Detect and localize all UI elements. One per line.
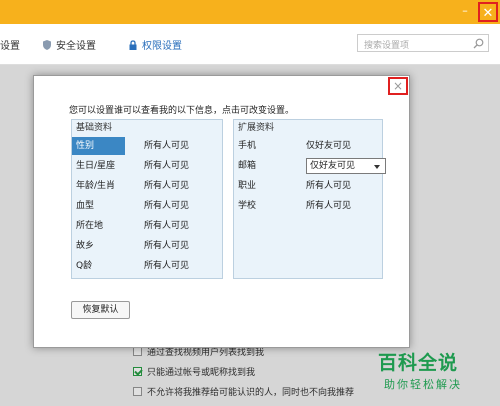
nav-item-label: 权限设置 [142, 41, 182, 52]
extended-info-panel: 扩展资料 手机 仅好友可见 邮箱 仅好友可见 职业 所有人可见 学校 所有人可见 [233, 119, 386, 279]
table-row[interactable]: 手机 仅好友可见 [234, 136, 382, 156]
visibility-value[interactable]: 所有人可见 [144, 136, 189, 156]
field-label: 故乡 [76, 241, 95, 251]
table-row[interactable]: 性别 所有人可见 [72, 136, 222, 156]
search-input[interactable]: 搜索设置项 [357, 34, 489, 52]
dropdown-value: 仅好友可见 [310, 161, 356, 171]
close-icon[interactable]: ✕ [478, 2, 498, 22]
settings-nav: 设置 安全设置 权限设置 搜索设置项 [0, 24, 500, 65]
dialog-intro: 您可以设置谁可以查看我的以下信息，点击可改变设置。 [69, 106, 295, 116]
panel-title: 扩展资料 [238, 123, 275, 133]
nav-item-permissions[interactable]: 权限设置 [128, 37, 182, 52]
visibility-value[interactable]: 所有人可见 [306, 176, 351, 196]
field-label: 学校 [238, 201, 257, 211]
table-row[interactable]: 学校 所有人可见 [234, 196, 382, 216]
watermark-logo: 百科全说 [378, 352, 459, 374]
visibility-value[interactable]: 所有人可见 [144, 216, 189, 236]
search-placeholder: 搜索设置项 [364, 41, 410, 51]
visibility-value[interactable]: 所有人可见 [306, 196, 351, 216]
field-label: 邮箱 [238, 161, 257, 171]
panel-title: 基础资料 [76, 123, 113, 133]
chevron-down-icon [374, 165, 380, 169]
field-label: 生日/星座 [76, 161, 116, 171]
table-row[interactable]: 年龄/生肖 所有人可见 [72, 176, 222, 196]
search-icon [473, 38, 484, 49]
table-row[interactable]: 邮箱 仅好友可见 [234, 156, 386, 176]
table-row[interactable]: 职业 所有人可见 [234, 176, 382, 196]
table-row[interactable]: 血型 所有人可见 [72, 196, 222, 216]
nav-item-label: 设置 [0, 41, 20, 52]
watermark-subtitle: 助你轻松解决 [384, 378, 462, 391]
restore-default-button[interactable]: 恢复默认 [71, 301, 130, 319]
title-bar: – ✕ [0, 0, 500, 24]
shield-icon [43, 40, 51, 50]
visibility-value[interactable]: 所有人可见 [144, 156, 189, 176]
dialog-close-button[interactable]: × [388, 77, 408, 95]
minimize-icon[interactable]: – [458, 4, 472, 18]
field-label: Q龄 [76, 261, 93, 271]
table-row[interactable]: 生日/星座 所有人可见 [72, 156, 222, 176]
field-label: 所在地 [76, 221, 104, 231]
visibility-value[interactable]: 所有人可见 [144, 196, 189, 216]
table-row[interactable]: 故乡 所有人可见 [72, 236, 222, 256]
field-label: 年龄/生肖 [76, 181, 116, 191]
lock-icon [129, 40, 137, 50]
field-label: 血型 [76, 201, 95, 211]
field-label: 职业 [238, 181, 257, 191]
nav-item-security[interactable]: 安全设置 [42, 37, 96, 52]
basic-info-panel: 基础资料 性别 所有人可见 生日/星座 所有人可见 年龄/生肖 所有人可见 血型… [71, 119, 223, 279]
table-row[interactable]: 所在地 所有人可见 [72, 216, 222, 236]
field-label: 手机 [238, 141, 257, 151]
visibility-value[interactable]: 所有人可见 [144, 256, 189, 276]
privacy-dialog: × 您可以设置谁可以查看我的以下信息，点击可改变设置。 基础资料 性别 所有人可… [33, 75, 410, 348]
table-row[interactable]: Q龄 所有人可见 [72, 256, 222, 276]
close-icon: × [392, 79, 404, 93]
visibility-value[interactable]: 所有人可见 [144, 236, 189, 256]
visibility-dropdown[interactable]: 仅好友可见 [306, 158, 386, 174]
nav-item-label: 安全设置 [56, 41, 96, 52]
nav-item-settings[interactable]: 设置 [0, 37, 20, 52]
visibility-value[interactable]: 仅好友可见 [306, 136, 351, 156]
visibility-value[interactable]: 所有人可见 [144, 176, 189, 196]
field-label: 性别 [72, 137, 125, 155]
